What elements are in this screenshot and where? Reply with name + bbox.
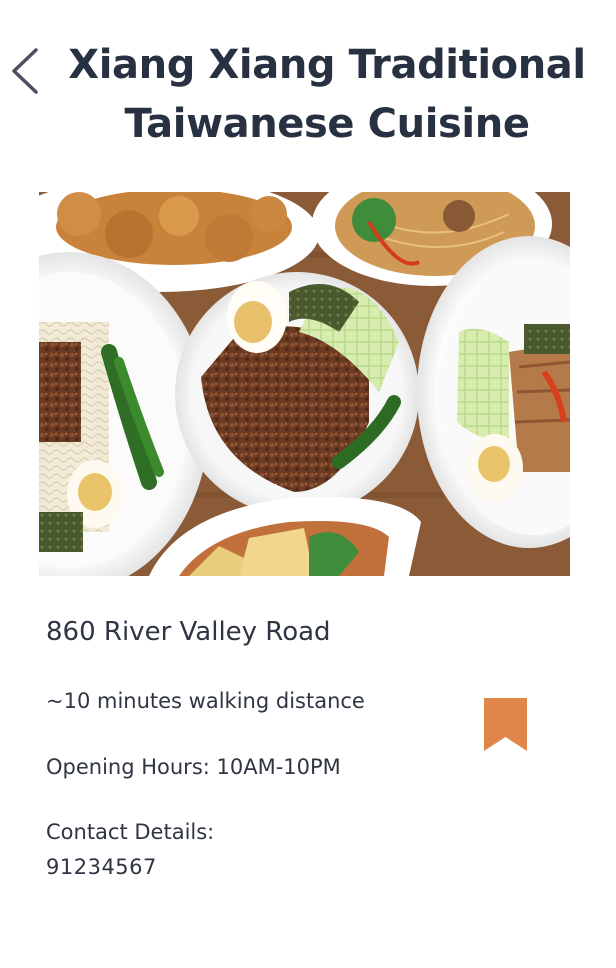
back-button[interactable] [6, 44, 46, 98]
contact-details-label: Contact Details: [46, 820, 215, 844]
food-photo [39, 192, 570, 576]
bookmark-icon [484, 698, 527, 751]
title-line-2: Taiwanese Cuisine [124, 101, 530, 147]
restaurant-detail-screen: Xiang Xiang Traditional Taiwanese Cuisin… [0, 0, 616, 968]
page-title: Xiang Xiang Traditional Taiwanese Cuisin… [62, 36, 592, 154]
bookmark-button[interactable] [484, 698, 527, 751]
chevron-left-icon [12, 48, 38, 94]
opening-hours: Opening Hours: 10AM-10PM [46, 755, 341, 779]
contact-phone-number: 91234567 [46, 855, 157, 879]
walking-distance: ~10 minutes walking distance [46, 689, 365, 713]
food-photo-illustration [39, 192, 570, 576]
restaurant-address: 860 River Valley Road [46, 617, 331, 647]
title-line-1: Xiang Xiang Traditional [68, 42, 586, 88]
